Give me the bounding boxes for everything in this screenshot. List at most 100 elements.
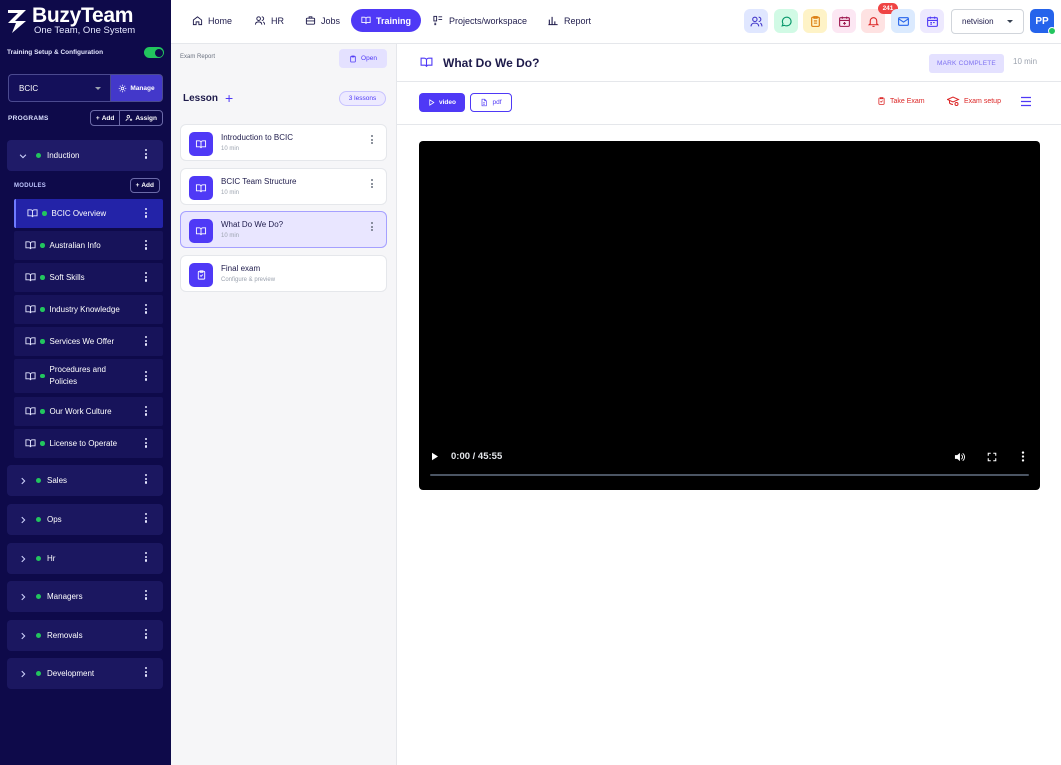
lesson-title: Final exam <box>221 264 261 273</box>
team-button[interactable] <box>744 9 768 33</box>
organization-select[interactable]: BCIC <box>8 74 110 102</box>
book-open-icon <box>189 132 213 156</box>
nav-hr-label: HR <box>271 15 284 26</box>
nav-projects-label: Projects/workspace <box>449 15 528 26</box>
company-select[interactable]: netvision <box>951 9 1024 34</box>
nav-training[interactable]: Training <box>351 9 421 32</box>
tab-pdf[interactable]: pdf <box>470 93 512 112</box>
module-item-industry-knowledge[interactable]: Industry Knowledge <box>14 295 163 324</box>
chat-button[interactable] <box>774 9 798 33</box>
organization-select-value: BCIC <box>19 83 39 93</box>
more-vertical-icon[interactable] <box>1021 451 1025 462</box>
module-item-services-we-offer[interactable]: Services We Offer <box>14 327 163 356</box>
status-dot <box>40 339 45 344</box>
video-progress-bar[interactable] <box>430 474 1029 476</box>
chevron-right-icon <box>21 670 26 677</box>
program-item-sales[interactable]: Sales <box>7 465 163 496</box>
module-item-soft-skills[interactable]: Soft Skills <box>14 263 163 292</box>
nav-report-label: Report <box>564 15 592 26</box>
program-name: Induction <box>47 151 80 160</box>
volume-icon[interactable] <box>954 452 965 462</box>
more-vertical-icon[interactable] <box>145 240 148 250</box>
program-item-hr[interactable]: Hr <box>7 543 163 574</box>
hamburger-menu-icon[interactable] <box>1020 96 1032 107</box>
play-icon[interactable] <box>431 452 439 461</box>
module-item-our-work-culture[interactable]: Our Work Culture <box>14 397 163 426</box>
more-vertical-icon[interactable] <box>145 438 148 448</box>
lesson-duration: 10 min <box>221 190 240 196</box>
more-vertical-icon[interactable] <box>145 208 148 218</box>
brand-logo[interactable]: BuzyTeam One Team, One System <box>6 5 135 36</box>
more-vertical-icon[interactable] <box>145 552 148 562</box>
chevron-down-icon <box>1007 20 1013 23</box>
more-vertical-icon[interactable] <box>145 667 148 677</box>
module-item-license-to-operate[interactable]: License to Operate <box>14 429 163 458</box>
mail-button[interactable] <box>891 9 915 33</box>
kanban-icon <box>433 15 443 26</box>
add-lesson-icon[interactable]: + <box>225 91 233 105</box>
status-dot <box>42 211 47 216</box>
schedule-button[interactable] <box>920 9 944 33</box>
nav-report[interactable]: Report <box>537 9 601 32</box>
calendar-button[interactable] <box>832 9 856 33</box>
more-vertical-icon[interactable] <box>145 371 148 381</box>
add-program-button[interactable]: + Add <box>91 111 119 125</box>
nav-hr[interactable]: HR <box>244 9 294 32</box>
add-module-label: Add <box>141 182 154 189</box>
module-name: License to Operate <box>49 438 118 448</box>
module-item-procedures-and-policies[interactable]: Procedures and Policies <box>14 359 163 393</box>
manage-button[interactable]: Manage <box>110 74 163 102</box>
brand-mark-icon <box>8 10 26 33</box>
nav-jobs[interactable]: Jobs <box>295 9 350 32</box>
more-vertical-icon[interactable] <box>145 513 148 523</box>
lesson-card-final-exam[interactable]: Final exam Configure & preview <box>180 255 387 292</box>
lesson-title-heading: What Do We Do? <box>443 56 540 70</box>
lessons-panel: Exam Report Open Lesson + 3 lessons Intr… <box>171 44 397 765</box>
lesson-card-introduction[interactable]: Introduction to BCIC 10 min <box>180 124 387 161</box>
clipboard-button[interactable] <box>803 9 827 33</box>
lesson-card-team-structure[interactable]: BCIC Team Structure 10 min <box>180 168 387 205</box>
lesson-card-what-do-we-do[interactable]: What Do We Do? 10 min <box>180 211 387 248</box>
modules-label: MODULES <box>14 182 47 189</box>
take-exam-button[interactable]: Take Exam <box>877 96 925 106</box>
program-name: Managers <box>47 592 83 601</box>
program-item-development[interactable]: Development <box>7 658 163 689</box>
more-vertical-icon[interactable] <box>145 272 148 282</box>
exam-setup-button[interactable]: Exam setup <box>947 96 1001 107</box>
fullscreen-icon[interactable] <box>987 452 997 462</box>
more-vertical-icon[interactable] <box>145 406 148 416</box>
book-open-icon <box>25 241 36 250</box>
more-vertical-icon[interactable] <box>371 135 374 144</box>
more-vertical-icon[interactable] <box>371 222 374 231</box>
nav-home[interactable]: Home <box>182 9 242 32</box>
nav-projects-workspace[interactable]: Projects/workspace <box>422 9 537 32</box>
add-module-button[interactable]: + Add <box>129 178 160 193</box>
more-vertical-icon[interactable] <box>145 304 148 314</box>
lesson-subtitle: Configure & preview <box>221 277 276 283</box>
user-avatar[interactable]: PP <box>1030 9 1056 35</box>
more-vertical-icon[interactable] <box>145 629 148 639</box>
program-item-ops[interactable]: Ops <box>7 504 163 535</box>
module-item-australian-info[interactable]: Australian Info <box>14 231 163 260</box>
more-vertical-icon[interactable] <box>145 590 148 600</box>
chevron-right-icon <box>21 477 26 484</box>
training-setup-toggle[interactable] <box>144 47 164 58</box>
video-player[interactable]: 0:00 / 45:55 <box>419 141 1040 490</box>
more-vertical-icon[interactable] <box>371 179 374 188</box>
chevron-right-icon <box>21 516 26 523</box>
program-item-removals[interactable]: Removals <box>7 620 163 651</box>
assign-program-button[interactable]: Assign <box>119 111 162 125</box>
tab-video[interactable]: video <box>419 93 465 112</box>
book-open-icon <box>25 407 36 416</box>
program-item-managers[interactable]: Managers <box>7 581 163 612</box>
exam-report-label: Exam Report <box>180 54 216 60</box>
module-item-bcic-overview[interactable]: BCIC Overview <box>14 199 163 228</box>
more-vertical-icon[interactable] <box>145 474 148 484</box>
program-item-induction[interactable]: Induction <box>7 140 163 171</box>
add-program-label: Add <box>101 114 115 122</box>
open-exam-report-button[interactable]: Open <box>339 49 387 68</box>
tab-pdf-label: pdf <box>492 99 502 106</box>
more-vertical-icon[interactable] <box>145 149 148 159</box>
more-vertical-icon[interactable] <box>145 336 148 346</box>
mark-complete-button[interactable]: MARK COMPLETE <box>929 54 1004 73</box>
